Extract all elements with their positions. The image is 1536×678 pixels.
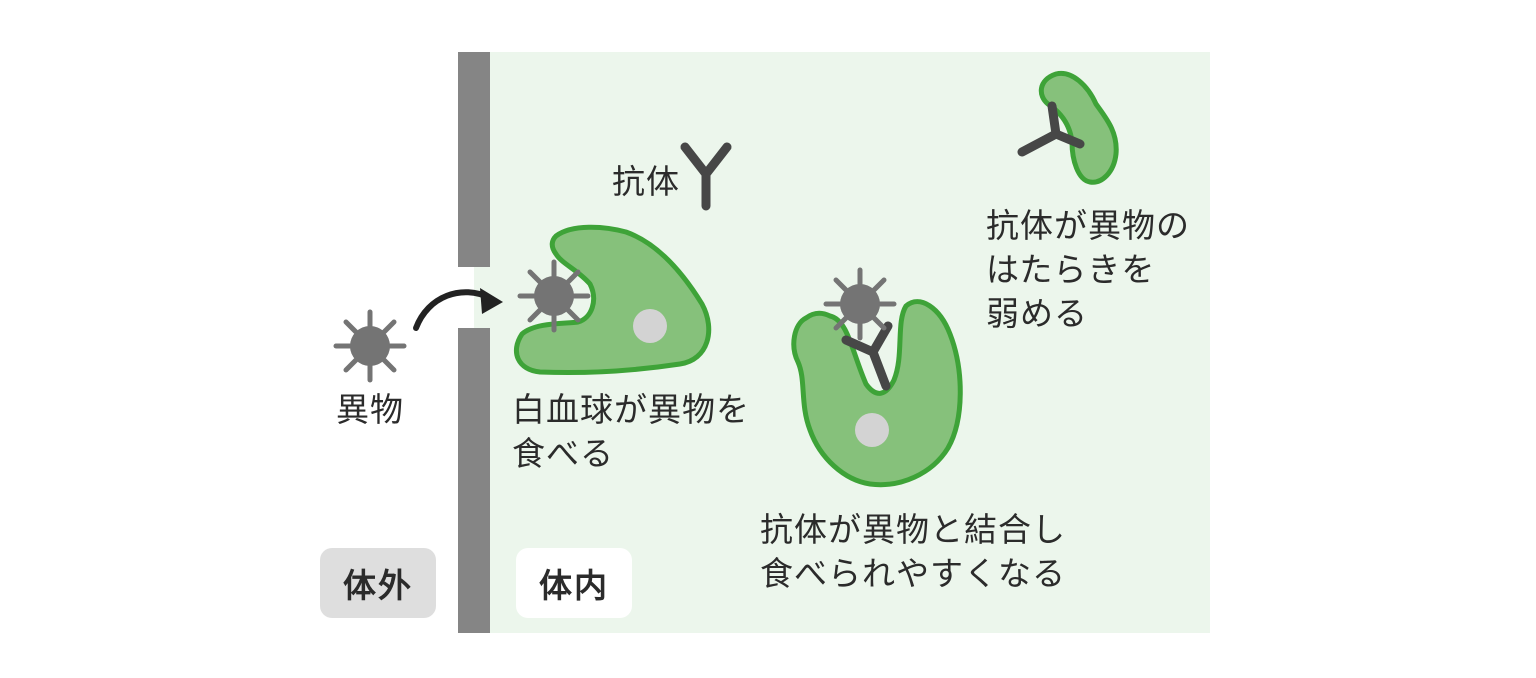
outside-body-badge: 体外	[320, 548, 436, 618]
virus-spike	[380, 319, 397, 336]
virus-icon	[823, 267, 897, 341]
caption-line: 抗体が異物の	[986, 206, 1190, 245]
virus-body	[350, 326, 390, 366]
antibody-label: 抗体	[612, 162, 680, 201]
inside-body-badge: 体内	[516, 548, 632, 618]
virus-spike	[343, 356, 360, 373]
virus-body	[534, 276, 574, 316]
caption-line: はたらきを	[986, 250, 1156, 289]
caption-line: 弱める	[986, 294, 1088, 333]
virus-icon	[517, 259, 591, 333]
caption-line: 食べられやすくなる	[760, 554, 1066, 593]
cell-nucleus	[633, 309, 667, 343]
phagocytosis-caption: 白血球が異物を 食べる	[512, 388, 750, 476]
caption-line: 白血球が異物を	[512, 390, 750, 429]
virus-icon	[333, 309, 407, 383]
opsonization-caption: 抗体が異物と結合し 食べられやすくなる	[760, 508, 1066, 596]
cell-nucleus	[855, 413, 889, 447]
immune-response-diagram: 体外 体内 異物 抗体 白血球が異物を 食べる 抗体が異物と結合し 食べられやす…	[0, 0, 1536, 678]
neutralization-caption: 抗体が異物の はたらきを 弱める	[986, 204, 1190, 336]
body-wall-lower	[458, 328, 490, 633]
caption-line: 食べる	[512, 434, 614, 473]
caption-line: 抗体が異物と結合し	[760, 510, 1066, 549]
foreign-object-label: 異物	[336, 390, 404, 429]
body-wall-upper	[458, 52, 490, 267]
virus-spike	[380, 356, 397, 373]
virus-spike	[343, 319, 360, 336]
virus-body	[840, 284, 880, 324]
